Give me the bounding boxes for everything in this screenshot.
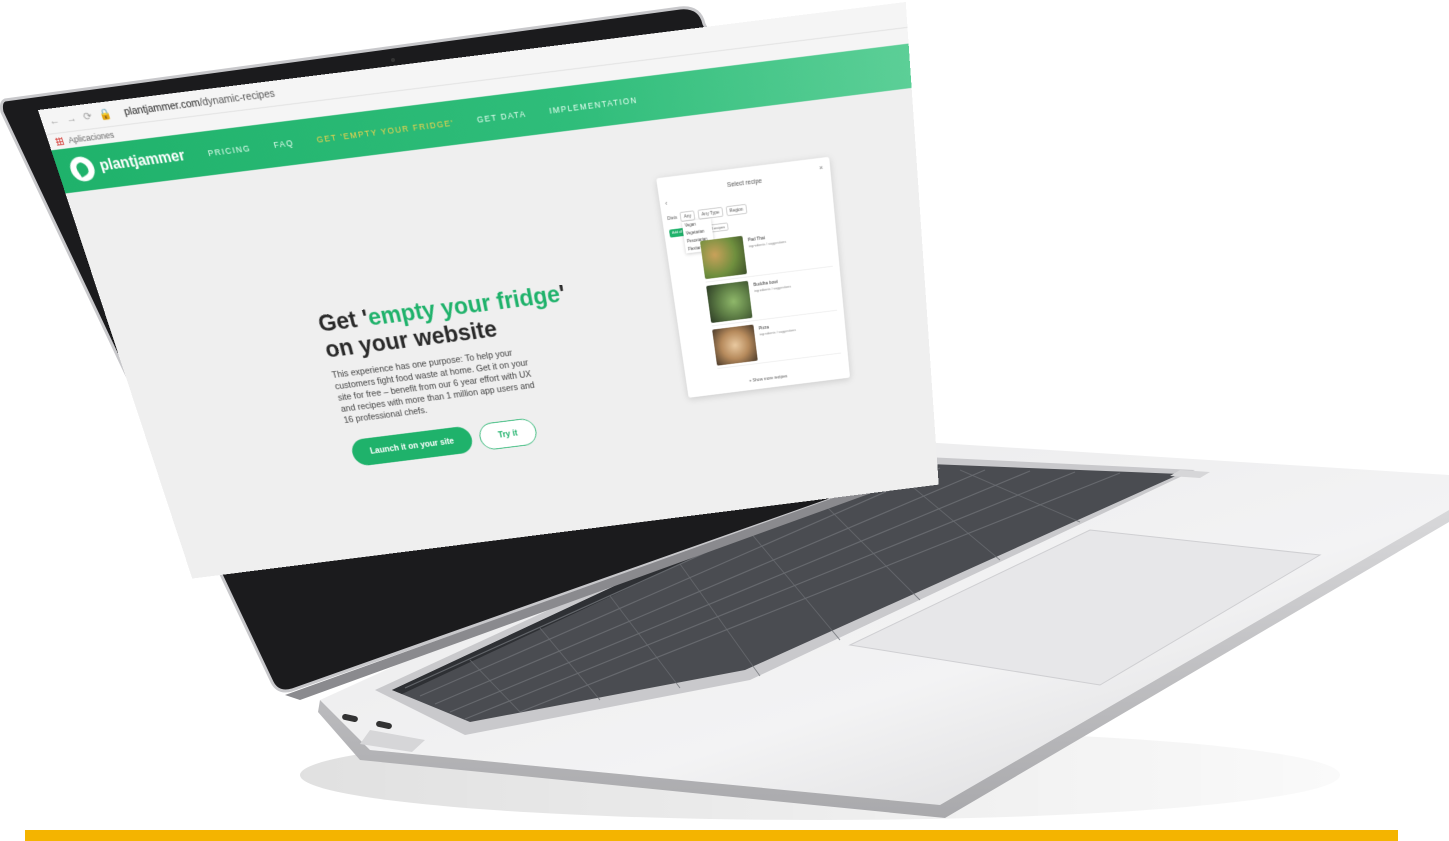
nav-get-data[interactable]: GET DATA [476,109,527,125]
url-host: plantjammer.com [122,96,202,118]
filter-label: Diets [666,214,678,222]
back-chevron-icon[interactable]: ‹ [665,199,668,207]
logo-text: plantjammer [97,147,187,175]
apps-grid-icon[interactable] [54,137,65,146]
hero-title: Get 'empty your fridge' on your website [315,273,627,363]
accent-divider [25,830,1398,841]
reload-icon[interactable]: ⟳ [82,110,94,124]
recipe-image [699,235,748,280]
launch-button[interactable]: Launch it on your site [349,425,475,467]
try-it-button[interactable]: Try it [476,417,539,451]
forward-arrow-icon[interactable]: → [64,112,78,125]
back-arrow-icon[interactable]: ← [47,114,61,127]
region-select[interactable]: Region [725,203,748,217]
site-logo[interactable]: plantjammer [66,144,188,183]
recipe-widget-preview: × ‹ Select recipe Diets Any Any Type Reg… [656,156,851,398]
recipe-image [706,280,753,324]
lock-icon: 🔒 [97,108,114,122]
nav-empty-your-fridge[interactable]: GET 'EMPTY YOUR FRIDGE' [316,118,455,145]
nav-pricing[interactable]: PRICING [207,143,252,158]
hero-section: Get 'empty your fridge' on your website … [315,273,644,467]
show-more-link[interactable]: + Show more recipes [687,366,849,391]
leaf-logo-icon [66,155,98,183]
nav-implementation[interactable]: IMPLEMENTATION [548,95,638,116]
nav-faq[interactable]: FAQ [272,138,294,150]
url-path: /dynamic-recipes [198,87,277,109]
widget-title: Select recipe [726,178,763,189]
recipe-image [712,324,758,366]
